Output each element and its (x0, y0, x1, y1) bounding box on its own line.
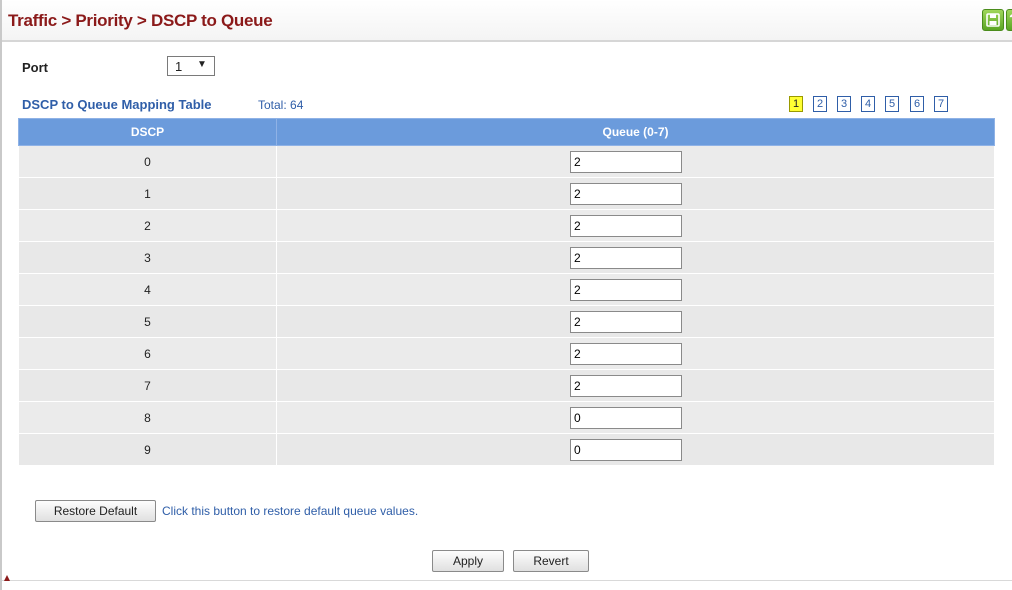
dscp-cell: 1 (18, 177, 277, 210)
queue-input[interactable] (570, 182, 682, 205)
queue-cell (276, 337, 995, 370)
queue-input[interactable] (570, 406, 682, 429)
column-header-dscp: DSCP (18, 118, 277, 146)
table-row: 3 (18, 241, 995, 274)
left-frame-edge (0, 0, 2, 590)
port-label: Port (22, 60, 48, 75)
table-row: 1 (18, 177, 995, 210)
bottom-divider (2, 580, 1012, 581)
restore-hint-text: Click this button to restore default que… (162, 504, 419, 518)
queue-input[interactable] (570, 438, 682, 461)
queue-cell (276, 369, 995, 402)
table-row: 5 (18, 305, 995, 338)
restore-default-button[interactable]: Restore Default (35, 500, 156, 522)
dscp-cell: 2 (18, 209, 277, 242)
page-title: Traffic > Priority > DSCP to Queue (8, 11, 273, 30)
table-row: 9 (18, 433, 995, 466)
dscp-cell: 0 (18, 145, 277, 178)
dscp-cell: 6 (18, 337, 277, 370)
help-button[interactable]: ? (1006, 9, 1012, 31)
queue-input[interactable] (570, 374, 682, 397)
table-row: 0 (18, 145, 995, 178)
dscp-cell: 5 (18, 305, 277, 338)
table-total: Total: 64 (258, 98, 304, 112)
save-button[interactable] (982, 9, 1004, 31)
dscp-queue-table: DSCP Queue (0-7) 0 1 2 3 4 5 6 (18, 118, 995, 466)
queue-cell (276, 305, 995, 338)
table-row: 6 (18, 337, 995, 370)
queue-input[interactable] (570, 214, 682, 237)
queue-cell (276, 177, 995, 210)
column-header-queue: Queue (0-7) (276, 118, 995, 146)
page-link-5[interactable]: 5 (885, 96, 899, 112)
port-select-value: 1 (175, 59, 183, 74)
dscp-cell: 7 (18, 369, 277, 402)
dscp-cell: 4 (18, 273, 277, 306)
apply-button[interactable]: Apply (432, 550, 504, 572)
queue-cell (276, 433, 995, 466)
queue-cell (276, 401, 995, 434)
port-select[interactable]: 1 ▼ (167, 56, 215, 76)
queue-cell (276, 209, 995, 242)
chevron-down-icon: ▼ (197, 59, 207, 70)
page-link-1[interactable]: 1 (789, 96, 803, 112)
save-icon (986, 13, 1000, 27)
title-bar: Traffic > Priority > DSCP to Queue ? (2, 0, 1012, 42)
page-link-6[interactable]: 6 (910, 96, 924, 112)
dscp-cell: 3 (18, 241, 277, 274)
table-header-row: DSCP Queue (0-7) (18, 118, 995, 146)
table-row: 2 (18, 209, 995, 242)
dscp-cell: 8 (18, 401, 277, 434)
page-link-2[interactable]: 2 (813, 96, 827, 112)
page-link-3[interactable]: 3 (837, 96, 851, 112)
queue-input[interactable] (570, 150, 682, 173)
page-link-7[interactable]: 7 (934, 96, 948, 112)
queue-input[interactable] (570, 246, 682, 269)
queue-input[interactable] (570, 278, 682, 301)
table-row: 7 (18, 369, 995, 402)
resize-marker (4, 575, 10, 581)
table-row: 4 (18, 273, 995, 306)
page-link-4[interactable]: 4 (861, 96, 875, 112)
table-title: DSCP to Queue Mapping Table (22, 97, 212, 112)
queue-cell (276, 145, 995, 178)
revert-button[interactable]: Revert (513, 550, 589, 572)
queue-cell (276, 241, 995, 274)
dscp-cell: 9 (18, 433, 277, 466)
table-row: 8 (18, 401, 995, 434)
queue-input[interactable] (570, 342, 682, 365)
queue-input[interactable] (570, 310, 682, 333)
queue-cell (276, 273, 995, 306)
